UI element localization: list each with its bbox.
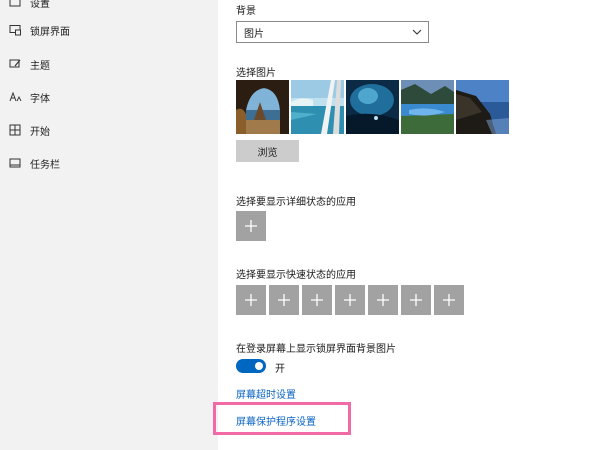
sidebar-item-label: 开始 <box>30 126 50 138</box>
picture-thumbnail-3[interactable] <box>346 80 399 134</box>
theme-icon <box>8 57 22 71</box>
add-quick-status-app-button[interactable] <box>335 285 365 315</box>
background-label: 背景 <box>236 6 256 17</box>
picture-thumbnail-5[interactable] <box>456 80 509 134</box>
plus-icon <box>377 294 389 306</box>
sidebar-item-label: 任务栏 <box>30 159 60 171</box>
add-quick-status-app-button[interactable] <box>434 285 464 315</box>
add-quick-status-app-button[interactable] <box>236 285 266 315</box>
quick-status-label: 选择要显示快速状态的应用 <box>236 270 356 281</box>
sidebar: 设置 锁屏界面 主题 字体 开始 任务栏 <box>0 0 218 450</box>
picture-thumbnail-1[interactable] <box>236 80 289 134</box>
sidebar-item-taskbar[interactable]: 任务栏 <box>0 148 218 178</box>
sidebar-item-label: 设置 <box>30 0 50 10</box>
plus-icon <box>410 294 422 306</box>
main-panel: 背景 图片 选择图片 浏览 选择要显示详细状态的应用 选择要显示快速状态的应用 … <box>218 0 600 450</box>
sidebar-item-label: 主题 <box>30 60 50 72</box>
show-bg-on-signin-label: 在登录屏幕上显示锁屏界面背景图片 <box>236 344 396 355</box>
plus-icon <box>278 294 290 306</box>
background-dropdown[interactable]: 图片 <box>236 21 429 43</box>
add-detailed-status-app-button[interactable] <box>236 211 266 241</box>
plus-icon <box>245 220 257 232</box>
start-icon <box>8 123 22 137</box>
sidebar-item-theme[interactable]: 主题 <box>0 49 218 79</box>
sidebar-item-lock-screen[interactable]: 锁屏界面 <box>0 15 218 45</box>
browse-button[interactable]: 浏览 <box>236 140 299 162</box>
sidebar-item-start[interactable]: 开始 <box>0 115 218 145</box>
sidebar-item-label: 字体 <box>30 93 50 105</box>
add-quick-status-app-button[interactable] <box>401 285 431 315</box>
add-quick-status-app-button[interactable] <box>269 285 299 315</box>
plus-icon <box>311 294 323 306</box>
toggle-knob <box>255 362 263 370</box>
font-icon <box>8 90 22 104</box>
highlight-annotation-box <box>213 402 351 435</box>
lock-screen-icon <box>8 23 22 37</box>
plus-icon <box>344 294 356 306</box>
sidebar-item-label: 锁屏界面 <box>30 26 70 38</box>
show-bg-on-signin-toggle[interactable] <box>236 359 266 373</box>
toggle-state-label: 开 <box>275 364 285 375</box>
add-quick-status-app-button[interactable] <box>368 285 398 315</box>
plus-icon <box>245 294 257 306</box>
choose-picture-label: 选择图片 <box>236 68 276 79</box>
taskbar-icon <box>8 156 22 170</box>
add-quick-status-app-button[interactable] <box>302 285 332 315</box>
plus-icon <box>443 294 455 306</box>
picture-thumbnail-2[interactable] <box>291 80 344 134</box>
picture-thumbnail-4[interactable] <box>401 80 454 134</box>
screen-timeout-settings-link[interactable]: 屏幕超时设置 <box>236 386 296 401</box>
background-dropdown-value: 图片 <box>244 28 264 40</box>
detailed-status-label: 选择要显示详细状态的应用 <box>236 197 356 208</box>
sidebar-item-font[interactable]: 字体 <box>0 82 218 112</box>
settings-icon <box>8 0 22 9</box>
chevron-down-icon <box>412 29 422 35</box>
